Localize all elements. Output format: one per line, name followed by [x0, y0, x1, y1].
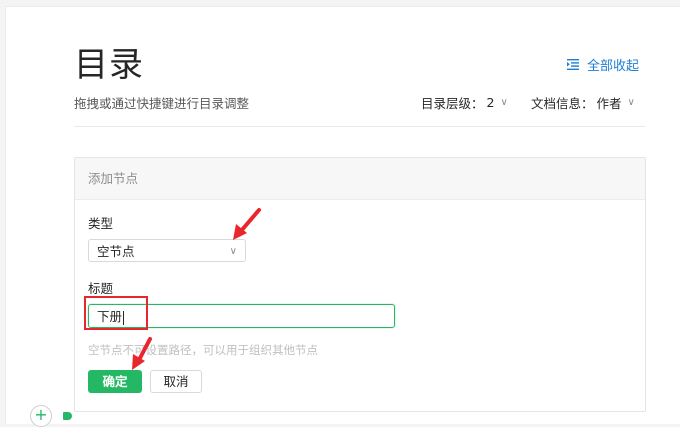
doc-info-dropdown[interactable]: 文档信息： 作者 ∨: [531, 93, 635, 112]
annotation-arrow-icon: [132, 337, 152, 370]
page-subtitle: 拖拽或通过快捷键进行目录调整: [74, 96, 250, 111]
add-node-button[interactable]: +: [30, 405, 52, 427]
tag-icon: [63, 412, 72, 420]
type-label: 类型: [88, 216, 114, 231]
plus-icon: +: [34, 405, 48, 424]
cancel-button[interactable]: 取消: [150, 370, 202, 393]
annotation-arrow-icon: [233, 208, 261, 240]
catalog-level-value: 2: [486, 95, 495, 110]
add-node-panel: 添加节点 类型 空节点 ∨ 标题 下册 空节点不可设置路径，可以用于组织其他节点…: [74, 157, 646, 412]
collapse-all-label: 全部收起: [587, 59, 640, 74]
page-title: 目录: [74, 45, 144, 85]
catalog-level-label: 目录层级：: [421, 96, 484, 111]
doc-info-value: 作者: [596, 96, 622, 111]
empty-node-hint: 空节点不可设置路径，可以用于组织其他节点: [88, 343, 318, 357]
annotation-highlight-box: [84, 296, 148, 330]
chevron-down-icon: ∨: [500, 97, 508, 108]
chevron-down-icon: ∨: [627, 97, 635, 108]
node-type-value: 空节点: [97, 244, 135, 259]
header-divider: [74, 126, 645, 127]
add-node-heading: 添加节点: [75, 158, 645, 200]
doc-info-label: 文档信息：: [531, 96, 594, 111]
title-label: 标题: [88, 281, 114, 296]
collapse-outline-icon: [567, 59, 579, 70]
node-type-select[interactable]: 空节点 ∨: [88, 239, 246, 262]
collapse-all-button[interactable]: 全部收起: [567, 55, 639, 74]
catalog-level-dropdown[interactable]: 目录层级： 2 ∨: [421, 93, 508, 112]
